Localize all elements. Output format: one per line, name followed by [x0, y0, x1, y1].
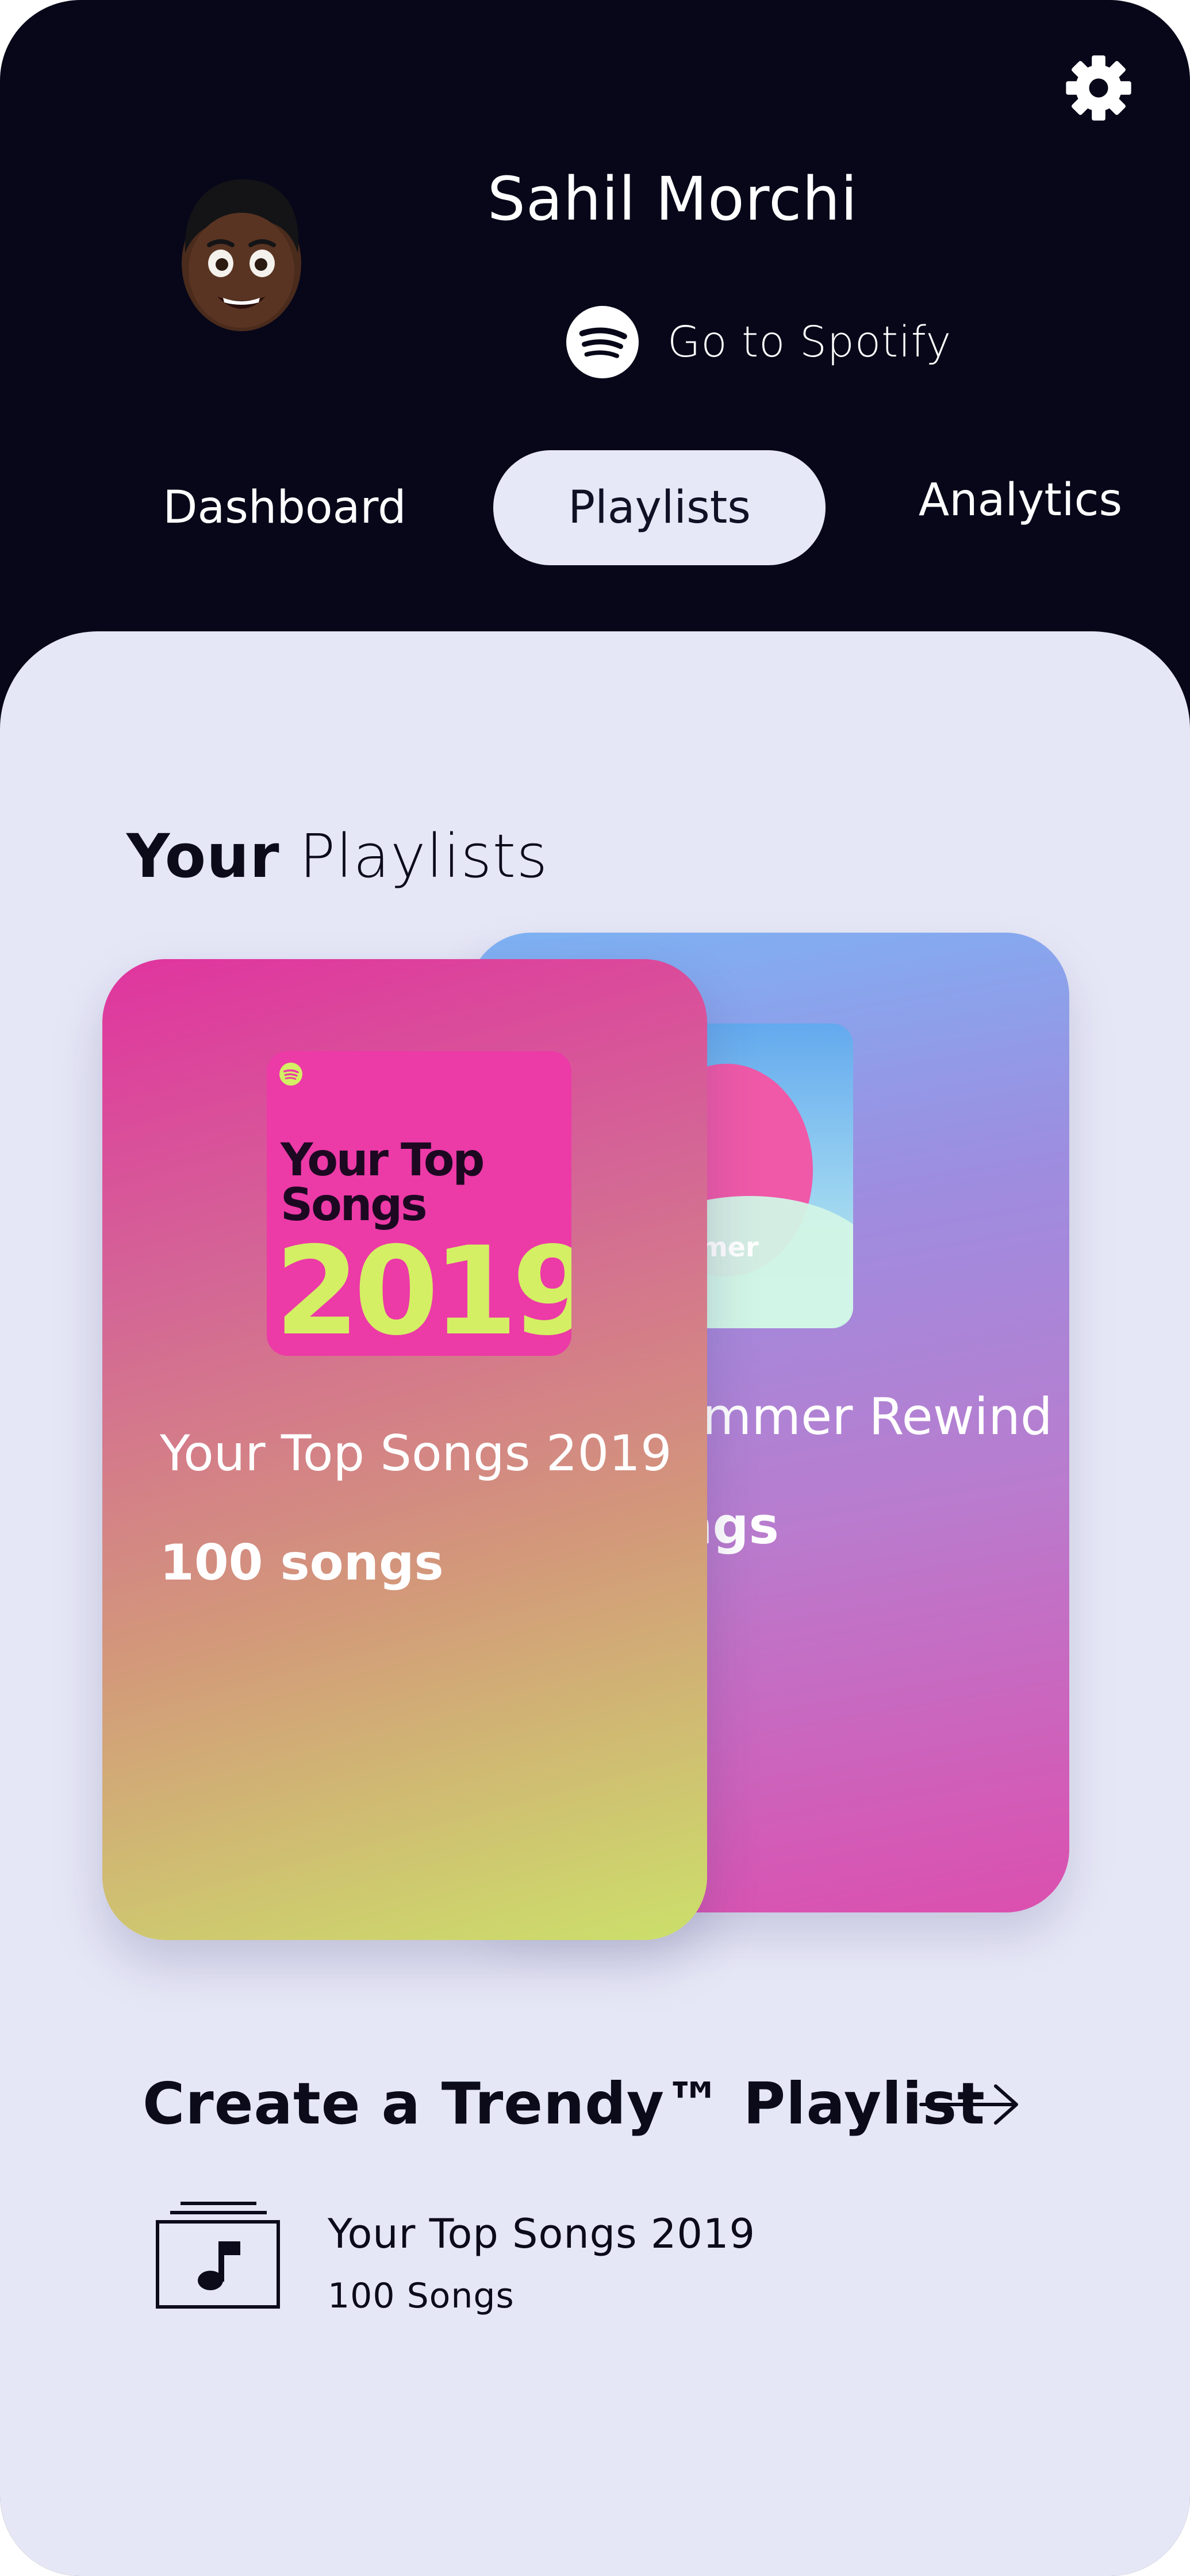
user-name: Sahil Morchi	[487, 164, 858, 234]
go-to-spotify-link[interactable]: Go to Spotify	[566, 305, 951, 379]
tab-dashboard[interactable]: Dashboard	[144, 482, 425, 534]
playlist-cover-top-songs-2019: Your Top Songs 2019	[267, 1051, 571, 1356]
section-title-bold: Your	[126, 821, 280, 891]
spotify-logo-icon	[279, 1063, 302, 1086]
spotify-logo-icon	[566, 306, 639, 378]
arrow-right-icon[interactable]	[919, 2082, 1020, 2128]
list-item-count: 100 Songs	[328, 2276, 515, 2316]
cover-year: 2019	[275, 1220, 571, 1356]
app-screen: Sahil Morchi Go to Spotify Dashboard Pla…	[0, 0, 1190, 2576]
avatar[interactable]	[172, 167, 310, 339]
tab-playlists[interactable]: Playlists	[493, 450, 826, 565]
playlist-card-title: Your Top Songs 2019	[160, 1425, 672, 1482]
list-item-title: Your Top Songs 2019	[328, 2210, 755, 2257]
section-title-your-playlists: Your Playlists	[126, 821, 548, 891]
gear-icon[interactable]	[1065, 54, 1133, 122]
music-stack-icon	[156, 2202, 280, 2309]
create-playlist-title[interactable]: Create a Trendy™ Playlist	[143, 2070, 985, 2137]
tab-analytics[interactable]: Analytics	[903, 474, 1138, 526]
go-to-spotify-label: Go to Spotify	[667, 317, 952, 367]
section-title-regular: Playlists	[299, 821, 548, 891]
playlist-card-top-songs-2019[interactable]: Your Top Songs 2019 Your Top Songs 2019 …	[102, 959, 707, 1940]
playlist-card-count: 100 songs	[160, 1534, 444, 1592]
cover-text-line1: Your Top	[281, 1134, 485, 1186]
